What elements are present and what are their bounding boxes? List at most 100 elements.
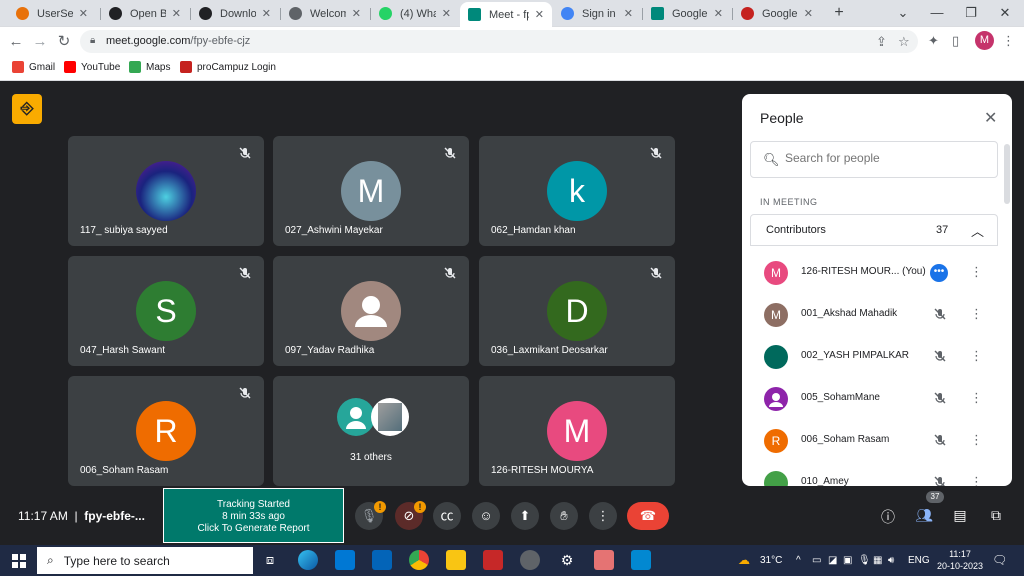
file-explorer-icon[interactable] [446, 550, 466, 570]
tab-search-chevron-icon[interactable]: ⌄ [888, 2, 918, 24]
notification-icon[interactable]: 🗨︎ [992, 553, 1007, 567]
bookmark-star-icon[interactable]: ☆ [898, 34, 910, 50]
more-vert-icon[interactable]: ⋮ [970, 474, 983, 486]
browser-tab[interactable]: Open Bro ✕ [101, 2, 189, 25]
captions-icon[interactable]: ㏄ [433, 502, 461, 530]
participant-row[interactable]: 002_YASH PIMPALKAR ⋮ [750, 336, 998, 378]
back-arrow-icon[interactable]: ← [6, 32, 26, 52]
chrome-icon[interactable] [409, 550, 429, 570]
browser-tab[interactable]: (4) Whats ✕ [371, 2, 459, 25]
meeting-info-icon[interactable]: ⓘ [878, 507, 898, 527]
participant-row[interactable]: 010_Amey ⋮ [750, 462, 998, 486]
weather-temp[interactable]: 31°C [760, 555, 782, 566]
people-search-box[interactable]: 🔍︎ [750, 141, 998, 178]
app-icon[interactable] [483, 550, 503, 570]
app-icon[interactable] [631, 550, 651, 570]
edge-icon[interactable] [298, 550, 318, 570]
more-vert-icon[interactable]: ⋮ [970, 264, 983, 280]
chat-icon[interactable]: ▤ [950, 507, 970, 524]
emoji-icon[interactable]: ☺ [472, 502, 500, 530]
participant-tile[interactable]: M 027_Ashwini Mayekar [273, 136, 469, 246]
address-bar[interactable]: 🔒︎ meet.google.com/fpy-ebfe-cjz ⇪ ☆ [80, 30, 918, 53]
more-options-dots-icon[interactable]: ••• [930, 264, 948, 282]
raise-hand-icon[interactable]: ✋︎ [550, 502, 578, 530]
close-tab-icon[interactable]: ✕ [172, 7, 181, 20]
participant-row[interactable]: M 001_Akshad Mahadik ⋮ [750, 294, 998, 336]
store-icon[interactable] [335, 550, 355, 570]
settings-gear-icon[interactable]: ⚙ [557, 550, 577, 570]
extensions-puzzle-icon[interactable]: ✦ [928, 33, 939, 49]
participant-tile[interactable]: k 062_Hamdan khan [479, 136, 675, 246]
chevron-up-icon[interactable]: ︿ [971, 221, 984, 240]
participant-tile[interactable]: S 047_Harsh Sawant [68, 256, 264, 366]
close-tab-icon[interactable]: ✕ [442, 7, 451, 20]
bookmark-youtube[interactable]: YouTube [64, 61, 120, 73]
new-tab-plus-icon[interactable]: + [824, 2, 854, 24]
more-vert-icon[interactable]: ⋮ [970, 306, 983, 322]
mail-icon[interactable] [372, 550, 392, 570]
participant-tile[interactable]: 117_ subiya sayyed [68, 136, 264, 246]
browser-tab[interactable]: Sign in - G ✕ [553, 2, 641, 25]
tray-app-icon[interactable]: ◪ [828, 555, 837, 566]
tray-app-icon[interactable]: ▭ [812, 555, 821, 566]
participant-row[interactable]: R 006_Soham Rasam ⋮ [750, 420, 998, 462]
side-panel-icon[interactable]: ▯ [952, 33, 959, 49]
participant-tile[interactable]: D 036_Laxmikant Deosarkar [479, 256, 675, 366]
browser-tab[interactable]: Welcome ✕ [281, 2, 369, 25]
more-vert-icon[interactable]: ⋮ [970, 390, 983, 406]
contributors-group-header[interactable]: Contributors 37 ︿ [750, 214, 998, 246]
minimize-icon[interactable]: — [922, 2, 952, 24]
task-view-icon[interactable]: ⧈ [260, 550, 280, 570]
close-tab-icon[interactable]: ✕ [624, 7, 633, 20]
browser-tab[interactable]: Google M ✕ [643, 2, 731, 25]
close-icon[interactable]: ✕ [984, 108, 997, 128]
close-tab-icon[interactable]: ✕ [804, 7, 813, 20]
participant-row[interactable]: 005_SohamMane ⋮ [750, 378, 998, 420]
close-tab-icon[interactable]: ✕ [352, 7, 361, 20]
app-icon[interactable] [594, 550, 614, 570]
reload-icon[interactable]: ↻ [54, 32, 74, 52]
activities-icon[interactable]: ⧉ [986, 507, 1006, 524]
people-icon[interactable]: 👥︎ [914, 507, 934, 524]
close-tab-icon[interactable]: ✕ [262, 7, 271, 20]
participant-row[interactable]: M 126-RITESH MOUR... (You) ••• ⋮ [750, 252, 998, 294]
close-tab-icon[interactable]: ✕ [714, 7, 723, 20]
bookmark-gmail[interactable]: Gmail [12, 61, 55, 73]
browser-menu-icon[interactable]: ⋮ [1002, 33, 1015, 49]
windows-start-icon[interactable] [12, 554, 26, 568]
present-screen-icon[interactable]: ⬆ [511, 502, 539, 530]
panel-scrollbar[interactable] [1004, 144, 1010, 204]
restore-icon[interactable]: ❐ [956, 2, 986, 24]
microphone-icon[interactable]: 🎙︎ [858, 555, 871, 566]
self-tile[interactable]: M 126-RITESH MOURYA [479, 376, 675, 486]
volume-icon[interactable]: 🔊︎ [888, 555, 894, 566]
network-icon[interactable]: ▦ [873, 555, 882, 566]
more-options-icon[interactable]: ⋮ [589, 502, 617, 530]
tracking-report-button[interactable]: Tracking Started 8 min 33s ago Click To … [163, 488, 344, 543]
bookmark-procampuz[interactable]: proCampuz Login [180, 61, 276, 73]
tray-app-icon[interactable]: ▣ [843, 555, 852, 566]
taskbar-search[interactable]: ⌕ Type here to search [37, 547, 253, 574]
window-close-icon[interactable]: ✕ [990, 2, 1020, 24]
room-door-icon[interactable]: ⎆ [12, 94, 42, 124]
app-icon[interactable] [520, 550, 540, 570]
system-clock[interactable]: 11:17 20-10-2023 [936, 548, 984, 572]
more-vert-icon[interactable]: ⋮ [970, 348, 983, 364]
close-tab-icon[interactable]: ✕ [535, 8, 544, 21]
bookmark-maps[interactable]: Maps [129, 61, 170, 73]
tray-chevron-icon[interactable]: ^ [796, 555, 801, 566]
browser-tab-active[interactable]: Meet - fp ✕ [460, 2, 552, 27]
browser-tab[interactable]: UserSense ✕ [8, 2, 96, 25]
language-indicator[interactable]: ENG [908, 555, 930, 566]
share-icon[interactable]: ⇪ [876, 34, 887, 50]
browser-tab[interactable]: Google M ✕ [733, 2, 821, 25]
url-text[interactable]: meet.google.com/fpy-ebfe-cjz [106, 35, 250, 47]
forward-arrow-icon[interactable]: → [30, 32, 50, 52]
browser-tab[interactable]: Downloa ✕ [191, 2, 279, 25]
participant-tile[interactable]: R 006_Soham Rasam [68, 376, 264, 486]
more-vert-icon[interactable]: ⋮ [970, 432, 983, 448]
others-tile[interactable]: 31 others [273, 376, 469, 486]
people-search-input[interactable] [785, 151, 985, 165]
hang-up-button[interactable]: ☎︎ [627, 502, 669, 530]
participant-tile[interactable]: 097_Yadav Radhika [273, 256, 469, 366]
